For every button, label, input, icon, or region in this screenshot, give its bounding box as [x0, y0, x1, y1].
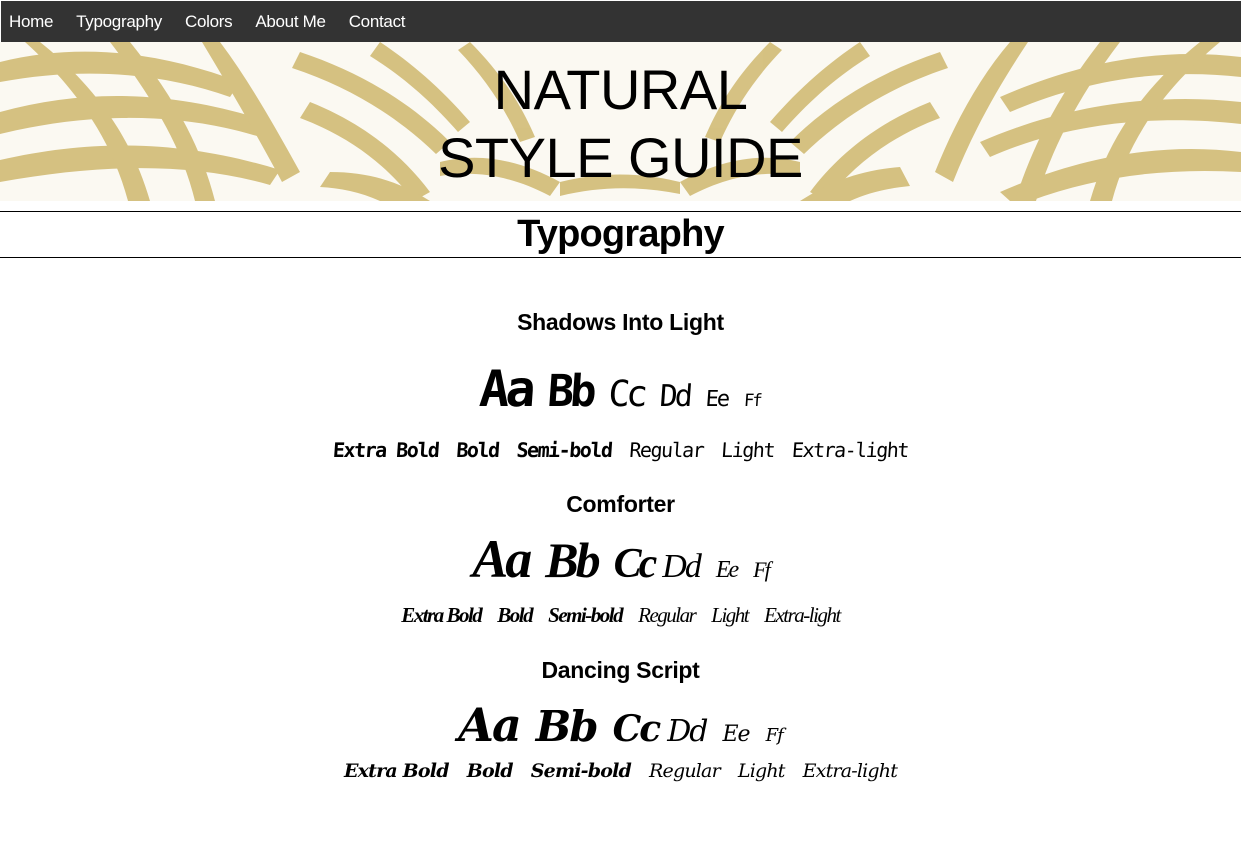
section-title: Typography [517, 213, 724, 255]
glyph-sample: Aa [477, 360, 534, 418]
glyph-sample: Dd [667, 714, 708, 749]
weight-sample: Bold [455, 438, 500, 462]
font-name-heading: Shadows Into Light [517, 309, 724, 335]
weight-sample: Regular [638, 603, 697, 627]
weight-sample: Light [711, 603, 749, 627]
glyph-sample: Ee [722, 722, 750, 747]
weight-sample: Extra-light [802, 760, 898, 782]
hero-title-line-1: NATURAL [493, 58, 748, 121]
glyph-sample: Aa [472, 529, 532, 589]
glyph-sample: Aa [458, 698, 521, 752]
glyph-sample-row: Aa Bb Cc Dd Ee Ff [0, 698, 1241, 752]
weight-sample-row: Extra Bold Bold Semi-bold Regular Light … [0, 603, 1241, 628]
glyph-sample: Bb [545, 366, 595, 417]
glyph-sample: Ee [704, 387, 729, 412]
hero-banner: NATURAL STYLE GUIDE [0, 42, 1241, 201]
weight-sample-row: Extra Bold Bold Semi-bold Regular Light … [0, 760, 1241, 782]
weight-sample: Extra Bold [332, 438, 440, 462]
glyph-sample: Cc [613, 541, 658, 587]
glyph-sample: Dd [658, 379, 692, 414]
weight-sample: Extra Bold [343, 760, 450, 782]
glyph-sample-row: Aa Bb Cc Dd Ee Ff [0, 528, 1241, 590]
weight-sample: Regular [649, 760, 721, 782]
hero-title-line-2: STYLE GUIDE [438, 126, 803, 189]
glyph-sample: Cc [612, 708, 662, 750]
weight-sample: Light [737, 760, 786, 782]
weight-sample: Extra-light [764, 603, 841, 627]
weight-sample: Light [720, 438, 775, 462]
glyph-sample: Bb [545, 532, 600, 588]
glyph-sample: Bb [535, 702, 599, 751]
nav-link-typography[interactable]: Typography [76, 12, 162, 32]
nav-link-contact[interactable]: Contact [349, 12, 406, 32]
top-navbar: Home Typography Colors About Me Contact [1, 1, 1241, 42]
weight-sample: Extra Bold [401, 603, 483, 627]
glyph-sample: Ff [765, 725, 784, 746]
nav-link-about-me[interactable]: About Me [255, 12, 326, 32]
weight-sample-row: Extra Bold Bold Semi-bold Regular Light … [0, 438, 1241, 462]
glyph-sample: Ee [715, 557, 739, 583]
font-name-heading: Dancing Script [541, 657, 700, 683]
nav-link-home[interactable]: Home [9, 12, 53, 32]
weight-sample: Extra-light [791, 438, 909, 462]
hero-title: NATURAL STYLE GUIDE [0, 56, 1241, 192]
nav-link-colors[interactable]: Colors [185, 12, 233, 32]
glyph-sample: Dd [662, 548, 702, 585]
glyph-sample: Ff [743, 391, 762, 411]
glyph-sample: Cc [607, 374, 646, 415]
weight-sample: Semi-bold [548, 603, 624, 627]
weight-sample: Bold [466, 760, 514, 782]
section-header: Typography [0, 211, 1241, 258]
glyph-sample-row: Aa Bb Cc Dd Ee Ff [0, 360, 1241, 418]
weight-sample: Semi-bold [530, 760, 632, 782]
glyph-sample: Ff [753, 557, 771, 582]
weight-sample: Bold [497, 603, 533, 627]
font-name-heading: Comforter [566, 491, 675, 517]
weight-sample: Semi-bold [515, 438, 613, 462]
weight-sample: Regular [628, 438, 705, 462]
